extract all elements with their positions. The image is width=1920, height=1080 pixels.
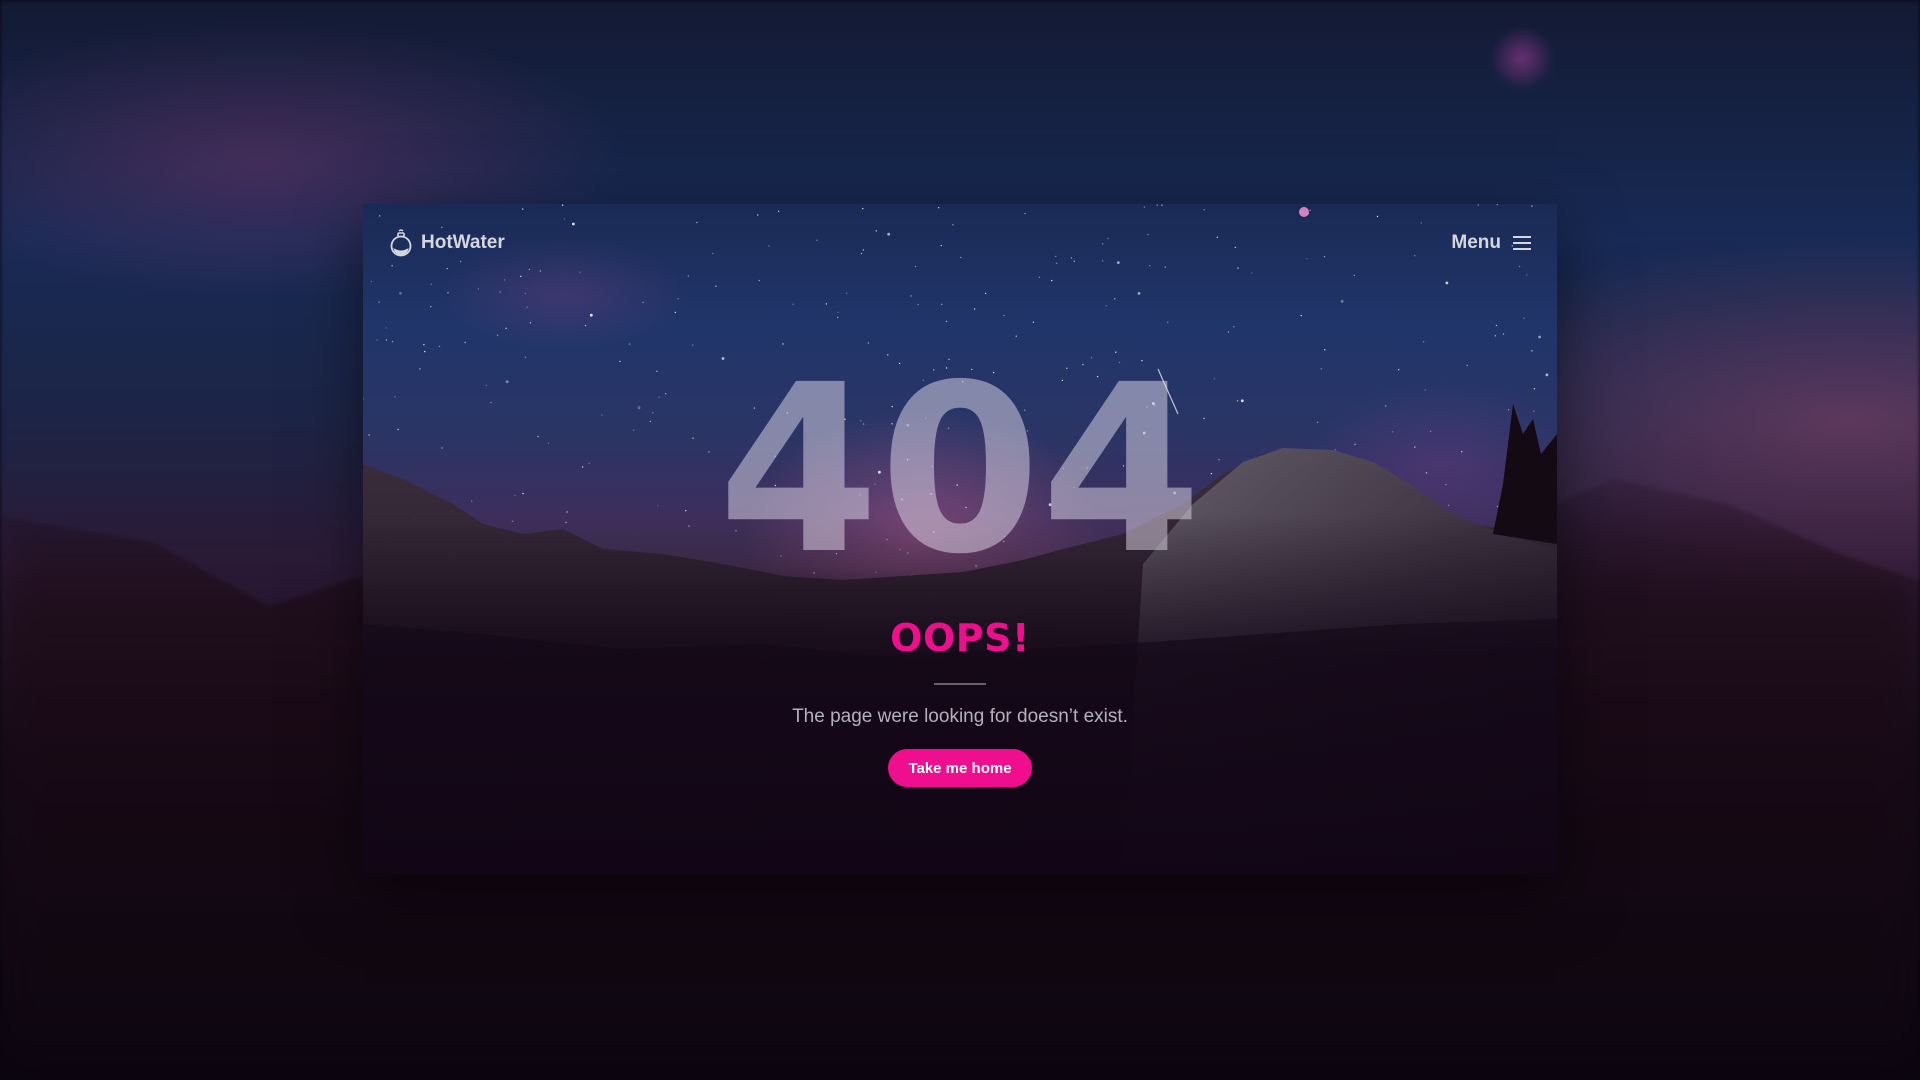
error-code: 404 (717, 335, 1203, 605)
brand-name: HotWater (421, 232, 505, 253)
take-me-home-button[interactable]: Take me home (888, 749, 1032, 787)
brand-logo-link[interactable]: HotWater (389, 228, 505, 258)
error-content: OOPS! The page were looking for doesn’t … (363, 619, 1557, 787)
menu-label: Menu (1451, 232, 1501, 253)
divider (934, 683, 986, 685)
error-message: The page were looking for doesn’t exist. (792, 706, 1128, 727)
error-page-card: HotWater Menu 404 OOPS! The page were lo… (363, 204, 1557, 874)
hamburger-icon (1513, 236, 1531, 250)
error-title: OOPS! (890, 616, 1030, 660)
kettle-icon (390, 229, 412, 257)
menu-button[interactable]: Menu (1451, 228, 1531, 258)
